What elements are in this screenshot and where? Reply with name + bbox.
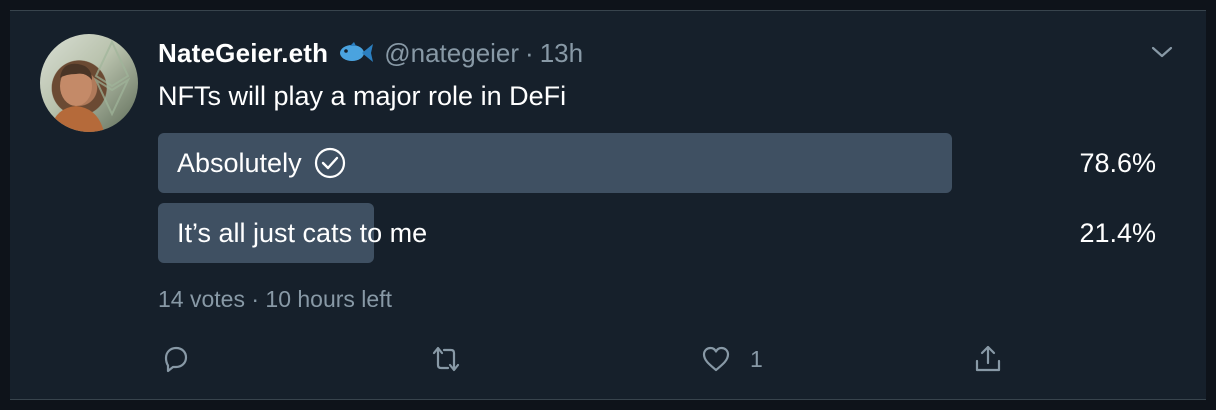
share-action[interactable]	[972, 341, 1004, 377]
vote-count: 14 votes	[158, 286, 245, 312]
avatar[interactable]	[40, 34, 138, 132]
poll-option-1: Absolutely 78.6%	[158, 133, 1168, 193]
share-icon[interactable]	[972, 343, 1004, 375]
retweet-icon[interactable]	[430, 343, 462, 375]
header-separator: ·	[525, 37, 534, 68]
tweet-timestamp[interactable]: 13h	[540, 38, 583, 69]
poll-option-text: It’s all just cats to me	[177, 218, 428, 248]
fish-icon	[340, 42, 374, 62]
check-circle-icon	[314, 147, 345, 179]
time-left: 10 hours left	[265, 286, 392, 312]
display-name[interactable]: NateGeier.eth	[158, 38, 328, 69]
tweet-card[interactable]: NateGeier.eth @nategeier · 13h NFTs will…	[10, 10, 1206, 400]
like-count: 1	[750, 345, 763, 372]
poll-option-label: It’s all just cats to me	[177, 203, 427, 263]
poll-meta: 14 votes · 10 hours left	[158, 286, 392, 313]
meta-separator: ·	[244, 286, 266, 312]
poll-option-text: Absolutely	[177, 148, 302, 178]
like-action[interactable]: 1	[700, 341, 763, 377]
tweet-header: NateGeier.eth @nategeier · 13h	[158, 36, 583, 70]
user-handle[interactable]: @nategeier	[384, 38, 519, 69]
reply-icon[interactable]	[160, 343, 192, 375]
reply-action[interactable]	[160, 341, 192, 377]
poll-option-2: It’s all just cats to me 21.4%	[158, 203, 1168, 263]
poll-option-percent: 78.6%	[1079, 148, 1156, 178]
poll-option-percent: 21.4%	[1079, 218, 1156, 248]
heart-icon[interactable]	[700, 343, 732, 375]
poll-option-label: Absolutely	[177, 133, 346, 193]
retweet-action[interactable]	[430, 341, 462, 377]
tweet-text: NFTs will play a major role in DeFi	[158, 81, 567, 111]
chevron-down-icon[interactable]	[1150, 43, 1174, 61]
